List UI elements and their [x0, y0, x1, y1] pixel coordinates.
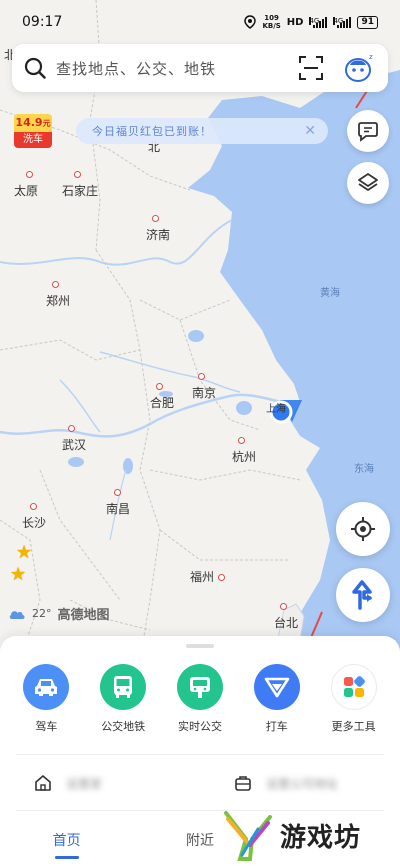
- city-hefei[interactable]: 合肥: [150, 380, 174, 411]
- quick-action-label: 打车: [265, 720, 288, 733]
- message-icon: [358, 122, 378, 142]
- notice-text: 今日福贝红包已到账！: [92, 125, 212, 138]
- layers-button[interactable]: [347, 162, 389, 204]
- river-yangtze: [0, 393, 291, 438]
- brand-logo: 高德地图: [57, 608, 110, 623]
- map-view[interactable]: 北 北 太原 石家庄 济南 郑州 合肥 南京 上海 杭州 武汉 南昌 长沙 福州…: [0, 0, 400, 660]
- city-changsha[interactable]: 长沙: [22, 500, 46, 531]
- cloud-icon: [9, 610, 25, 619]
- search-input[interactable]: 查找地点、公交、地铁: [56, 58, 298, 79]
- city-nanjing[interactable]: 南京: [192, 370, 216, 401]
- watermark: 游戏坊: [222, 806, 400, 864]
- realtime-bus-icon: [176, 664, 223, 710]
- close-icon[interactable]: ✕: [304, 123, 316, 139]
- taxi-icon: [253, 664, 300, 710]
- red-packet-notice[interactable]: 今日福贝红包已到账！ ✕: [76, 118, 328, 144]
- layers-icon: [358, 173, 378, 191]
- quick-action-label: 驾车: [35, 720, 58, 733]
- city-wuhan[interactable]: 武汉: [62, 422, 86, 453]
- carwash-promo[interactable]: 14.9元 洗车: [14, 114, 52, 150]
- quick-action-taxi[interactable]: 打车: [241, 664, 313, 734]
- city-taibei[interactable]: 台北: [274, 600, 298, 631]
- quick-action-drive[interactable]: 驾车: [10, 664, 82, 734]
- network-speed: 109 KB/S: [262, 14, 281, 30]
- quick-action-more-tools[interactable]: 更多工具: [318, 664, 390, 734]
- feedback-button[interactable]: [347, 110, 389, 152]
- map-canvas: [0, 0, 400, 660]
- work-address: 设置公司地址: [266, 776, 339, 791]
- quick-actions: 驾车 公交地铁 实时公交 打车 更多工具: [0, 664, 400, 734]
- status-bar: 09:17 109 KB/S HD 4G 4G 91: [0, 0, 400, 44]
- assistant-avatar-icon[interactable]: z: [342, 51, 376, 85]
- quick-action-label: 实时公交: [177, 720, 222, 733]
- star-icon[interactable]: ★: [16, 542, 38, 564]
- location-pin-icon: [244, 15, 257, 29]
- place-home[interactable]: 设置家: [0, 762, 200, 804]
- signal-2-icon: 4G: [333, 16, 352, 28]
- city-hangzhou[interactable]: 杭州: [232, 434, 256, 465]
- city-shanghai[interactable]: 上海: [266, 400, 286, 415]
- lake-dongting: [68, 457, 84, 467]
- city-nanchang[interactable]: 南昌: [106, 486, 130, 517]
- signal-1-icon: 4G: [309, 16, 328, 28]
- lake-hongze: [188, 330, 204, 342]
- sheet-drag-handle[interactable]: [186, 644, 214, 648]
- battery-indicator: 91: [357, 15, 378, 29]
- route-arrow-icon: [352, 580, 372, 610]
- briefcase-icon: [235, 776, 251, 791]
- weather-widget: 22° 高德地图: [8, 604, 110, 623]
- carwash-price: 14.9元: [14, 114, 52, 132]
- temperature: 22°: [32, 607, 52, 620]
- lake-poyang: [123, 458, 133, 474]
- search-bar[interactable]: 查找地点、公交、地铁 z: [12, 44, 388, 92]
- car-icon: [23, 664, 70, 710]
- city-taiyuan[interactable]: 太原: [14, 168, 38, 199]
- locate-button[interactable]: [336, 502, 390, 556]
- city-zhengzhou[interactable]: 郑州: [46, 278, 70, 309]
- quick-action-transit[interactable]: 公交地铁: [87, 664, 159, 734]
- divider: [16, 754, 384, 755]
- place-work[interactable]: 设置公司地址: [200, 762, 400, 804]
- home-icon: [35, 775, 51, 791]
- scan-icon[interactable]: [298, 55, 324, 81]
- watermark-text: 游戏坊: [280, 822, 362, 853]
- city-shijiazhuang[interactable]: 石家庄: [62, 168, 98, 199]
- more-tools-icon: [330, 664, 377, 710]
- saved-places: 设置家 设置公司地址: [0, 762, 400, 804]
- home-address: 设置家: [66, 776, 103, 791]
- route-button[interactable]: [336, 568, 390, 622]
- hd-badge: HD: [286, 16, 304, 28]
- status-time: 09:17: [22, 14, 63, 30]
- search-icon: [24, 57, 46, 79]
- city-jinan[interactable]: 济南: [146, 212, 170, 243]
- svg-text:z: z: [369, 53, 373, 61]
- city-fuzhou[interactable]: 福州: [190, 568, 226, 585]
- tab-home[interactable]: 首页: [0, 820, 133, 867]
- watermark-logo-icon: [224, 811, 272, 861]
- locate-icon: [351, 517, 375, 541]
- lake-tai: [236, 401, 252, 415]
- favorites-stars[interactable]: ★ ★: [10, 542, 38, 586]
- quick-action-realtime-bus[interactable]: 实时公交: [164, 664, 236, 734]
- river-yellow: [0, 219, 233, 266]
- sea-label-east: 东海: [354, 464, 374, 475]
- sea-label-yellow: 黄海: [320, 288, 340, 299]
- quick-action-label: 更多工具: [331, 720, 376, 733]
- star-icon[interactable]: ★: [10, 564, 38, 586]
- bus-icon: [100, 664, 147, 710]
- carwash-label: 洗车: [14, 132, 52, 148]
- quick-action-label: 公交地铁: [101, 720, 146, 733]
